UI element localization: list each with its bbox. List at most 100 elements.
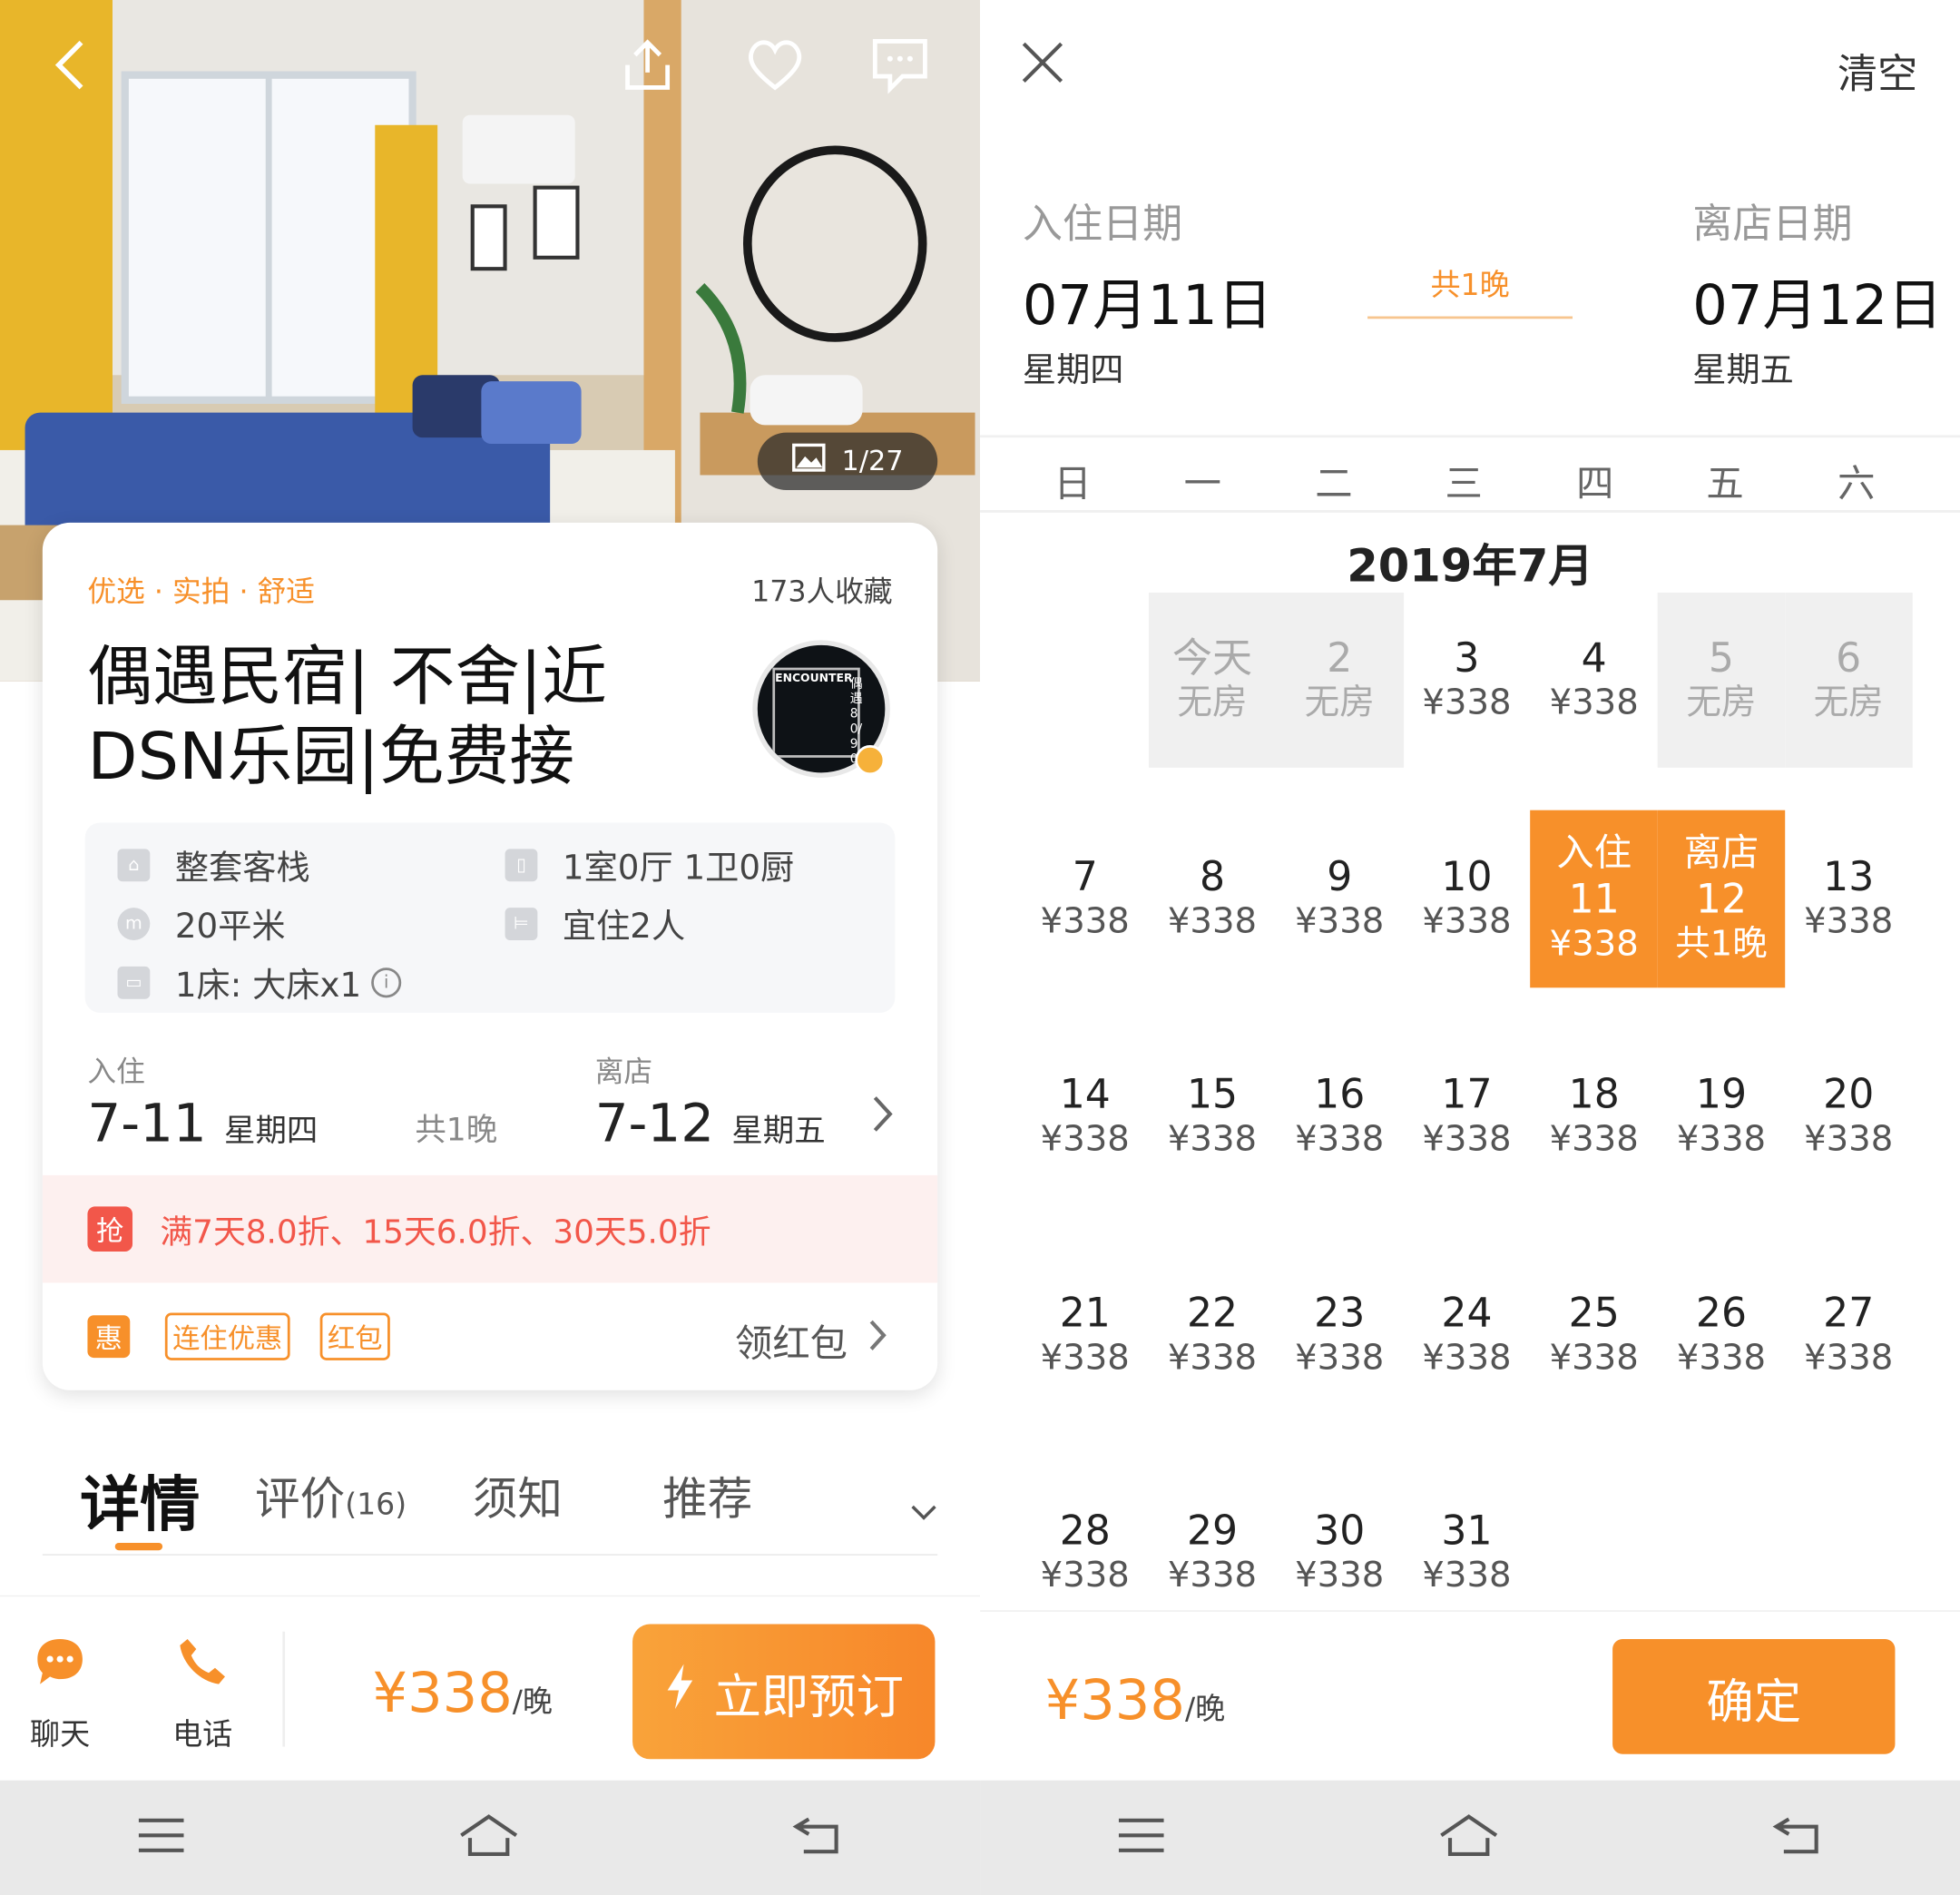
checkin-label: 入住 (87, 1056, 145, 1089)
phone-icon (175, 1635, 230, 1697)
day-number: 8 (1199, 851, 1226, 900)
area-icon: m (117, 907, 151, 940)
offer-tag-redpacket: 红包 (319, 1312, 390, 1360)
message-icon[interactable] (867, 33, 933, 98)
close-icon[interactable] (1020, 40, 1065, 90)
phone-button[interactable]: 电话 (172, 1635, 232, 1753)
home-icon[interactable] (457, 1813, 520, 1863)
day-price: ¥338 (1167, 1335, 1258, 1378)
day-number: 28 (1059, 1507, 1111, 1555)
day-price: ¥338 (1549, 1117, 1639, 1160)
calendar-day[interactable]: 22 ¥338 (1149, 1247, 1277, 1422)
checkout-date: 07月12日 (1692, 273, 1943, 338)
calendar-day[interactable]: 13 ¥338 (1785, 810, 1913, 986)
day-number: 14 (1059, 1070, 1111, 1118)
menu-icon[interactable] (136, 1815, 186, 1861)
day-price: ¥338 (1167, 899, 1258, 941)
calendar-day[interactable]: 16 ¥338 (1276, 1029, 1404, 1204)
calendar-day[interactable]: 23 ¥338 (1276, 1247, 1404, 1422)
offer-tag-stay: 连住优惠 (164, 1312, 290, 1360)
calendar-day[interactable]: 4 ¥338 (1530, 593, 1658, 768)
checkin-date: 07月11日 (1022, 273, 1273, 338)
calendar-day[interactable]: 14 ¥338 (1021, 1029, 1149, 1204)
day-number: 13 (1823, 851, 1875, 900)
weekday-sat: 六 (1838, 462, 1876, 506)
fact-type-text: 整套客栈 (174, 849, 310, 889)
home-icon[interactable] (1437, 1813, 1500, 1863)
listing-screen: 1/27 优选 · 实拍 · 舒适 173人收藏 偶遇民宿| 不舍|近DSN乐园… (0, 0, 981, 1895)
day-number: 24 (1441, 1288, 1493, 1336)
info-icon[interactable]: i (371, 967, 402, 997)
book-now-button[interactable]: 立即预订 (632, 1624, 936, 1760)
nightly-price: ¥338/晚 (373, 1662, 553, 1725)
calendar-day[interactable]: 3 ¥338 (1403, 593, 1531, 768)
avatar-logo-text: ENCOUNTER (775, 673, 853, 685)
menu-icon[interactable] (1116, 1815, 1166, 1861)
day-number: 3 (1454, 633, 1480, 682)
day-tag: 离店 (1683, 830, 1759, 875)
day-number: 9 (1327, 851, 1353, 900)
image-icon (791, 443, 827, 480)
calendar-day[interactable]: 离店 12 共1晚 (1657, 809, 1786, 987)
tab-details[interactable]: 详情 (80, 1456, 200, 1543)
return-icon[interactable] (791, 1814, 844, 1861)
listing-tags: 优选 · 实拍 · 舒适 (87, 576, 315, 609)
confirm-button[interactable]: 确定 (1612, 1639, 1896, 1754)
calendar-day[interactable]: 15 ¥338 (1149, 1029, 1277, 1204)
clear-button[interactable]: 清空 (1838, 43, 1917, 100)
sofa-icon: ▭ (117, 966, 151, 999)
day-price: ¥338 (1676, 1335, 1767, 1378)
day-number: 2 (1327, 633, 1353, 682)
day-number: 19 (1695, 1070, 1748, 1118)
chevron-right-icon[interactable] (870, 1093, 896, 1140)
calendar-day[interactable]: 10 ¥338 (1403, 810, 1531, 986)
house-icon: ⌂ (117, 848, 151, 881)
share-icon[interactable] (618, 33, 678, 98)
promo-badge: 抢 (87, 1206, 133, 1252)
calendar-day[interactable]: 27 ¥338 (1785, 1247, 1913, 1422)
weekday-fri: 五 (1706, 462, 1744, 506)
day-number: 25 (1568, 1288, 1620, 1336)
calendar-day[interactable]: 9 ¥338 (1276, 810, 1404, 986)
return-icon[interactable] (1771, 1814, 1824, 1861)
calendar-day[interactable]: 7 ¥338 (1021, 810, 1149, 986)
calendar-day[interactable]: 17 ¥338 (1403, 1029, 1531, 1204)
calendar-day[interactable]: 24 ¥338 (1403, 1247, 1531, 1422)
chevron-down-icon[interactable] (910, 1503, 937, 1527)
calendar-day[interactable]: 26 ¥338 (1658, 1247, 1786, 1422)
calendar-day[interactable]: 入住 11 ¥338 (1530, 809, 1658, 987)
day-number: 11 (1568, 874, 1620, 922)
checkout-weekday: 星期五 (1692, 351, 1794, 390)
calendar-day[interactable]: 25 ¥338 (1530, 1247, 1658, 1422)
promo-banner[interactable]: 抢 满7天8.0折、15天6.0折、30天5.0折 (42, 1174, 938, 1283)
day-number: 27 (1823, 1288, 1875, 1336)
tab-notice[interactable]: 须知 (473, 1463, 563, 1528)
tab-reviews[interactable]: 评价(16) (255, 1463, 407, 1528)
checkout-weekday: 星期五 (731, 1113, 826, 1150)
host-badge-icon (855, 745, 886, 776)
day-tag: 入住 (1556, 830, 1632, 875)
fact-layout-text: 1室0厅 1卫0厨 (562, 849, 795, 889)
get-redpacket-link[interactable]: 领红包 (735, 1312, 887, 1368)
heart-icon[interactable] (742, 33, 808, 98)
calendar-screen: 清空 入住日期 07月11日 星期四 共1晚 离店日期 07月12日 星期五 日… (980, 0, 1960, 1895)
day-price: ¥338 (1040, 899, 1130, 941)
photo-counter[interactable]: 1/27 (757, 432, 938, 491)
day-price: ¥338 (1804, 1117, 1894, 1160)
calendar-day[interactable]: 8 ¥338 (1149, 810, 1277, 986)
back-arrow-icon[interactable] (47, 33, 93, 98)
fact-area: m 20平米 (117, 898, 286, 948)
calendar-day[interactable]: 18 ¥338 (1530, 1029, 1658, 1204)
day-number: 15 (1186, 1070, 1239, 1118)
room-facts: ⌂ 整套客栈 ▯ 1室0厅 1卫0厨 m 20平米 ⊨ 宜住2人 ▭ 1床: 大… (84, 822, 896, 1013)
calendar-day[interactable]: 21 ¥338 (1021, 1247, 1149, 1422)
day-price: 无房 (1686, 681, 1757, 723)
listing-title: 偶遇民宿| 不舍|近DSN乐园|免费接 (87, 640, 607, 796)
calendar-price: ¥338/晚 (1045, 1669, 1225, 1733)
calendar-day[interactable]: 20 ¥338 (1785, 1029, 1913, 1204)
calendar-day[interactable]: 19 ¥338 (1658, 1029, 1786, 1204)
tab-recommend[interactable]: 推荐 (662, 1463, 752, 1528)
checkin-date[interactable]: 7-11 星期四 (87, 1093, 318, 1154)
chat-button[interactable]: 聊天 (30, 1635, 90, 1753)
checkout-date[interactable]: 7-12 星期五 (595, 1093, 826, 1154)
